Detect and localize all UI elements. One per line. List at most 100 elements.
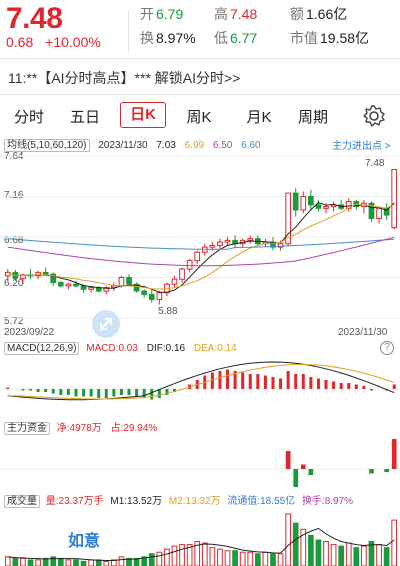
macd-bar: [59, 389, 63, 395]
macd-bar: [36, 389, 40, 392]
macd-bar: [127, 389, 131, 395]
volume-bar: [20, 557, 26, 566]
volume-bar: [345, 542, 352, 566]
quote-field: 高 7.48: [214, 4, 257, 24]
volume-bar: [383, 547, 390, 566]
candle-body: [141, 290, 148, 295]
candle-body: [217, 241, 223, 246]
macd-bar: [135, 389, 139, 397]
candle-body: [171, 278, 178, 285]
change-value: 0.68: [6, 34, 34, 50]
macd-bar: [82, 389, 86, 397]
dif-value: DIF:0.16: [146, 343, 186, 354]
tab-2[interactable]: 日K: [120, 102, 166, 128]
tab-5[interactable]: 周期: [290, 106, 336, 127]
volume-bar: [315, 539, 322, 566]
volume-bar: [292, 522, 299, 566]
ma10-line: [7, 203, 395, 290]
funds-chart[interactable]: [0, 433, 400, 487]
macd-bar: [271, 377, 275, 389]
candle-body: [209, 244, 216, 248]
quote-field-label: 额: [290, 6, 304, 22]
macd-bar: [150, 389, 154, 400]
quote-field-label: 高: [214, 6, 228, 22]
candle-body: [186, 260, 193, 270]
funds-bar: [293, 469, 299, 487]
gear-icon[interactable]: [362, 104, 386, 128]
dea-value: DEA:0.14: [193, 343, 237, 354]
macd-bar: [241, 372, 245, 389]
volume-bar: [103, 560, 110, 566]
quote-field-value: 7.48: [230, 6, 258, 22]
candle-body: [308, 196, 314, 206]
volume-bar: [27, 559, 34, 566]
candle-body: [194, 251, 201, 262]
volume-bar: [254, 553, 261, 566]
candle-body: [42, 271, 49, 275]
volume-bar: [209, 547, 216, 566]
macd-bar: [119, 389, 123, 395]
macd-bar: [89, 389, 93, 397]
last-price: 7.48: [6, 2, 63, 35]
header-divider: [128, 10, 129, 52]
macd-chart[interactable]: [0, 357, 400, 411]
ai-banner[interactable]: 11:**【AI分时高点】*** 解锁AI分时>>: [8, 68, 240, 88]
volume-bar: [217, 548, 223, 566]
volume-chart[interactable]: [0, 506, 400, 566]
macd-bar: [392, 384, 396, 389]
help-icon[interactable]: ?: [380, 341, 394, 355]
tab-1[interactable]: 五日: [62, 106, 108, 127]
macd-bar: [316, 378, 320, 389]
macd-bar: [362, 386, 366, 389]
volume-bar: [118, 556, 125, 566]
tab-3[interactable]: 周K: [176, 106, 222, 127]
macd-bar: [369, 389, 373, 391]
macd-bar: [74, 389, 78, 397]
macd-bar: [279, 378, 283, 389]
end-date: 2023/11/30: [338, 327, 388, 338]
candle-body: [57, 282, 64, 287]
volume-bar: [12, 557, 19, 566]
macd-bar: [339, 383, 343, 389]
funds-legend: 主力资金 净:4978万 占:29.94%: [4, 419, 157, 435]
volume-bar: [35, 559, 41, 566]
volume-bar: [285, 513, 291, 566]
funds-bar: [384, 469, 389, 472]
macd-value: MACD:0.03: [86, 343, 138, 354]
macd-bar: [332, 381, 336, 389]
macd-bar: [66, 389, 70, 395]
volume-bar: [80, 560, 87, 566]
macd-bar: [309, 377, 313, 389]
macd-label[interactable]: MACD(12,26,9): [4, 342, 80, 355]
change-percent: +10.00%: [45, 34, 101, 50]
expand-icon[interactable]: [92, 310, 120, 338]
volume-bar: [42, 557, 49, 566]
candle-body: [118, 277, 125, 287]
volume-bar: [164, 548, 170, 566]
quote-field: 市值 19.58亿: [290, 28, 369, 48]
macd-bar: [354, 384, 358, 389]
tab-4[interactable]: 月K: [236, 106, 282, 127]
candle-body: [391, 169, 398, 229]
macd-bar: [104, 389, 108, 398]
candle-body: [376, 207, 382, 219]
macd-bar: [294, 374, 298, 389]
candle-body: [73, 283, 79, 287]
quote-field-label: 市值: [290, 30, 318, 46]
candlestick-chart[interactable]: [0, 148, 400, 326]
macd-legend: MACD(12,26,9) MACD:0.03 DIF:0.16 DEA:0.1…: [4, 342, 237, 355]
candle-body: [247, 238, 254, 241]
macd-bar: [218, 371, 222, 389]
volume-bar: [65, 559, 72, 566]
macd-bar: [21, 389, 25, 391]
tab-0[interactable]: 分时: [6, 106, 52, 127]
ma60-line: [7, 238, 395, 250]
dea-line: [7, 363, 395, 400]
quote-field: 低 6.77: [214, 28, 257, 48]
candle-body: [292, 192, 299, 211]
candle-body: [179, 268, 185, 280]
macd-bar: [248, 374, 252, 389]
funds-bar: [369, 469, 374, 474]
quote-field: 额 1.66亿: [290, 4, 347, 24]
volume-bar: [95, 559, 102, 566]
